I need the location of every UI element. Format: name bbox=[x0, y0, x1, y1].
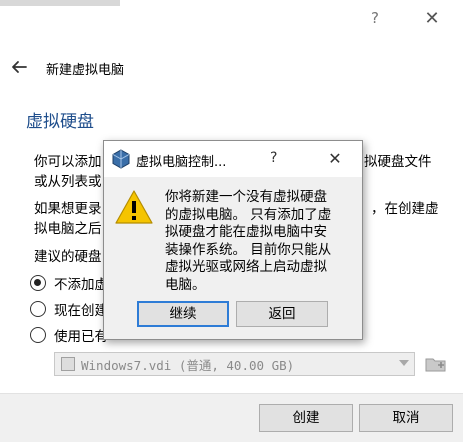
existing-disk-select[interactable]: Windows7.vdi (普通, 40.00 GB) bbox=[54, 352, 415, 376]
dialog-help-button[interactable]: ? bbox=[270, 150, 277, 166]
description-text: 拟电脑之后 bbox=[34, 221, 102, 237]
dialog-titlebar: 虚拟电脑控制... ? ✕ bbox=[104, 141, 362, 177]
suggested-size-label: 建议的硬盘 bbox=[34, 249, 102, 265]
radio-button[interactable] bbox=[30, 301, 46, 317]
back-button[interactable]: 返回 bbox=[236, 301, 328, 327]
wizard-nav: 新建虚拟电脑 bbox=[0, 50, 463, 86]
cancel-button[interactable]: 取消 bbox=[359, 404, 453, 432]
dialog-message-line: 的虚拟电脑。 只有添加了虚 bbox=[165, 206, 332, 223]
folder-browse-icon[interactable] bbox=[424, 352, 448, 376]
radio-create-disk[interactable]: 现在创建 bbox=[30, 298, 108, 320]
radio-label: 现在创建 bbox=[54, 303, 108, 319]
window-titlebar: ? ✕ bbox=[0, 0, 463, 40]
section-title: 虚拟硬盘 bbox=[26, 112, 94, 132]
chevron-down-icon[interactable] bbox=[399, 360, 409, 366]
dialog-message: 你将新建一个没有虚拟硬盘 的虚拟电脑。 只有添加了虚 拟硬盘才能在虚拟电脑中安 … bbox=[165, 189, 357, 294]
dialog-message-line: 你将新建一个没有虚拟硬盘 bbox=[165, 189, 327, 205]
dialog-message-line: 虚拟光驱或网络上启动虚拟 bbox=[165, 259, 327, 275]
titlebar-strip bbox=[0, 0, 120, 6]
description-text: 你可以添加 bbox=[34, 154, 102, 170]
dialog-message-line: 装操作系统。 目前你只能从 bbox=[165, 241, 332, 258]
warning-dialog: 虚拟电脑控制... ? ✕ 你将新建一个没有虚拟硬盘 的虚拟电脑。 只有添加了虚… bbox=[103, 140, 363, 340]
radio-button[interactable] bbox=[30, 327, 46, 343]
radio-no-disk[interactable]: 不添加虚 bbox=[30, 272, 108, 294]
radio-use-existing[interactable]: 使用已有 bbox=[30, 324, 108, 346]
radio-label: 使用已有 bbox=[54, 329, 108, 345]
radio-button[interactable] bbox=[30, 275, 46, 291]
description-text: ，在创建虚 bbox=[371, 201, 439, 217]
help-button[interactable]: ? bbox=[366, 9, 384, 29]
disk-value: Windows7.vdi (普通, 40.00 GB) bbox=[81, 357, 295, 373]
continue-button[interactable]: 继续 bbox=[137, 301, 229, 327]
warning-icon bbox=[115, 190, 153, 224]
virtualbox-icon bbox=[112, 149, 130, 169]
description-text: 如果想更录 bbox=[34, 201, 102, 217]
dialog-message-line: 电脑。 bbox=[165, 276, 206, 293]
back-arrow-icon[interactable] bbox=[8, 56, 30, 78]
dialog-message-line: 拟硬盘才能在虚拟电脑中安 bbox=[165, 224, 327, 240]
description-text: 拟硬盘文件 bbox=[364, 154, 432, 170]
dialog-close-button[interactable]: ✕ bbox=[324, 148, 346, 170]
dialog-title: 虚拟电脑控制... bbox=[136, 155, 227, 170]
wizard-title: 新建虚拟电脑 bbox=[46, 63, 125, 78]
create-button[interactable]: 创建 bbox=[259, 404, 353, 432]
close-button[interactable]: ✕ bbox=[420, 7, 444, 31]
description-text: 或从列表或 bbox=[34, 174, 102, 190]
disk-icon bbox=[61, 357, 75, 371]
radio-label: 不添加虚 bbox=[54, 277, 108, 293]
